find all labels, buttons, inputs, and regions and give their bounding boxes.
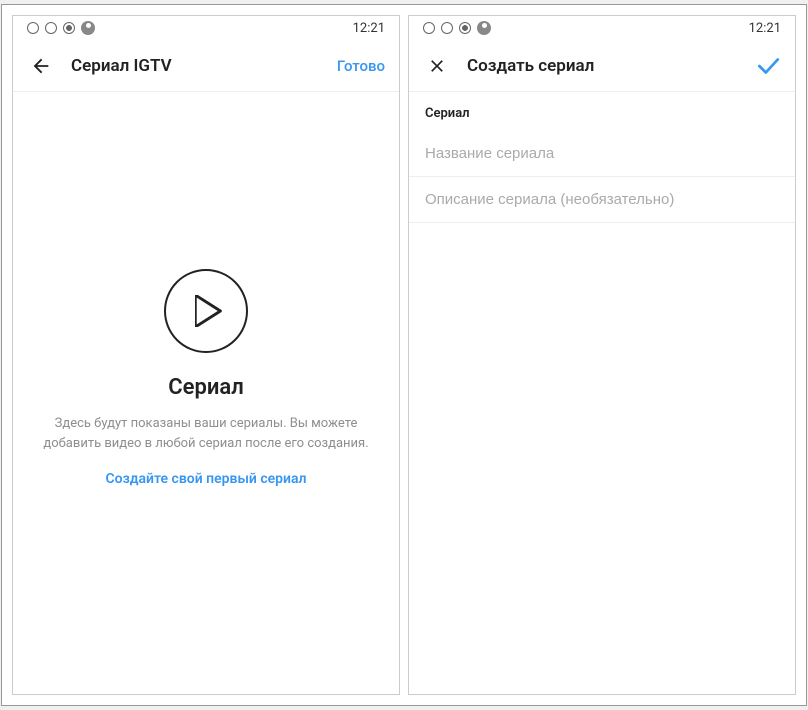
status-bar: 12:21	[409, 16, 795, 40]
content-area: Сериал	[409, 92, 795, 694]
status-time: 12:21	[749, 21, 781, 36]
app-header: Создать сериал	[409, 40, 795, 92]
status-icon	[441, 22, 453, 34]
content-area: Сериал Здесь будут показаны ваши сериалы…	[13, 92, 399, 694]
shazam-icon	[81, 21, 95, 35]
create-first-series-link[interactable]: Создайте свой первый сериал	[106, 471, 307, 487]
close-button[interactable]	[423, 52, 451, 80]
empty-state-title: Сериал	[168, 375, 243, 400]
status-icon	[45, 22, 57, 34]
status-bar: 12:21	[13, 16, 399, 40]
page-title: Создать сериал	[467, 56, 755, 76]
status-icon	[27, 22, 39, 34]
status-time: 12:21	[353, 21, 385, 36]
phone-screen-igtv-series: 12:21 Сериал IGTV Готово Сериал Здесь бу…	[12, 15, 400, 695]
status-icon	[63, 22, 75, 34]
play-icon	[195, 295, 223, 327]
empty-state: Сериал Здесь будут показаны ваши сериалы…	[13, 62, 399, 694]
status-icon	[423, 22, 435, 34]
status-bar-icons	[423, 21, 491, 35]
series-description-input[interactable]	[409, 177, 795, 223]
empty-state-description: Здесь будут показаны ваши сериалы. Вы мо…	[43, 414, 369, 453]
series-name-input[interactable]	[409, 131, 795, 177]
status-icon	[459, 22, 471, 34]
form-section-label: Сериал	[409, 92, 795, 131]
status-bar-icons	[27, 21, 95, 35]
phone-screen-create-series: 12:21 Создать сериал Сериал	[408, 15, 796, 695]
shazam-icon	[477, 21, 491, 35]
check-icon	[755, 53, 781, 79]
play-circle-icon	[164, 269, 248, 353]
close-icon	[427, 56, 447, 76]
confirm-button[interactable]	[755, 53, 781, 79]
